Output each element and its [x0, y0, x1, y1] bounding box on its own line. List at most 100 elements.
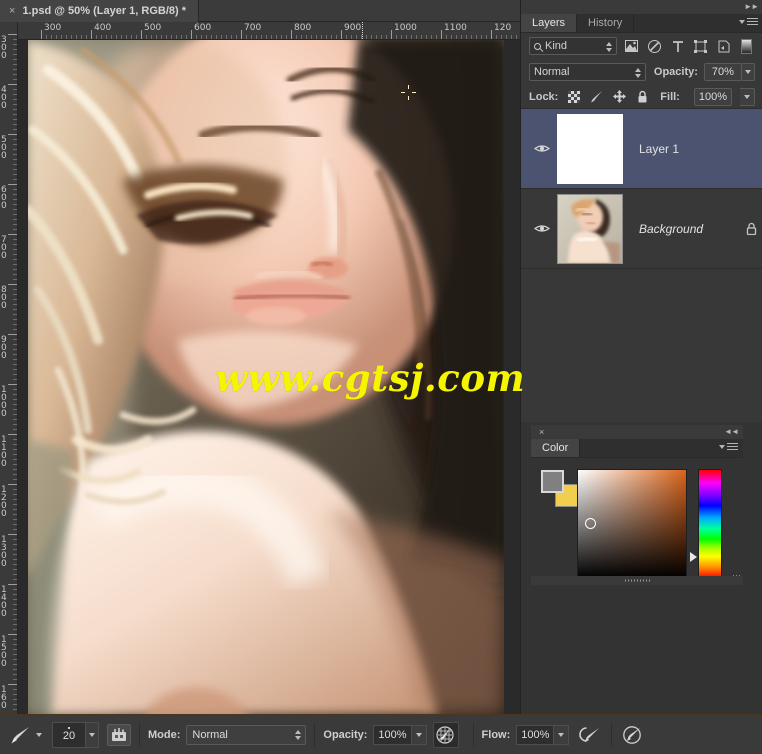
ruler-minor-tick	[13, 454, 17, 455]
ruler-minor-tick	[13, 494, 17, 495]
ruler-minor-tick	[356, 35, 357, 39]
ruler-minor-tick	[13, 589, 17, 590]
brush-opacity-input[interactable]: 100%	[373, 724, 412, 745]
layer-fill-input[interactable]: 100%	[693, 87, 732, 106]
tablet-pressure-size-icon[interactable]	[107, 723, 131, 746]
vertical-ruler[interactable]: 300 400 500 600 700 800 900 1000 1100 1200 1300 140…	[0, 22, 18, 714]
ruler-minor-tick	[13, 599, 17, 600]
layer-opacity-input[interactable]: 70%	[703, 63, 742, 81]
foreground-color-swatch[interactable]	[541, 470, 564, 493]
lock-transparency-icon[interactable]	[566, 89, 581, 104]
ruler-minor-tick	[13, 399, 17, 400]
hue-slider-handle[interactable]	[690, 552, 697, 562]
color-panel-footer[interactable]	[531, 576, 743, 585]
ruler-minor-tick	[13, 154, 17, 155]
brush-flow-input[interactable]: 100%	[516, 724, 555, 745]
document-tab[interactable]: × 1.psd @ 50% (Layer 1, RGB/8) *	[0, 0, 199, 22]
ruler-minor-tick	[13, 64, 17, 65]
color-saturation-value-field[interactable]	[577, 469, 687, 579]
ruler-minor-tick	[13, 109, 17, 110]
ruler-label: 700	[244, 23, 262, 33]
collapse-color-panel-icon[interactable]: ◄◄	[724, 428, 739, 436]
layers-panel: Layers History Kind Normal Opacity: 70% …	[521, 14, 762, 422]
ruler-minor-tick	[13, 314, 17, 315]
color-panel-title-bar[interactable]: × ◄◄	[531, 425, 743, 439]
airbrush-toggle-icon[interactable]	[432, 721, 459, 748]
ruler-minor-tick	[246, 35, 247, 39]
ruler-minor-tick	[13, 44, 17, 45]
layer-filter-kind-select[interactable]: Kind	[529, 37, 617, 55]
layer-list[interactable]: Layer 1 Background	[521, 109, 762, 422]
list-item[interactable]: Background	[623, 222, 739, 236]
ruler-minor-tick	[13, 414, 17, 415]
ruler-minor-tick	[76, 35, 77, 39]
pixel-layer-filter-icon[interactable]	[624, 38, 640, 55]
smart-object-filter-icon[interactable]	[716, 38, 732, 55]
color-picker-handle[interactable]	[585, 518, 596, 529]
hamburger-icon	[727, 443, 738, 450]
ruler-minor-tick	[106, 35, 107, 39]
ruler-minor-tick	[471, 35, 472, 39]
ruler-minor-tick	[13, 509, 17, 510]
tab-color[interactable]: Color	[531, 439, 581, 457]
color-panel-menu-button[interactable]	[719, 443, 738, 450]
dock-title-bar[interactable]: ►►	[521, 0, 762, 14]
close-icon[interactable]: ×	[9, 5, 15, 17]
ruler-minor-tick	[336, 35, 337, 39]
close-icon[interactable]: ×	[539, 427, 544, 437]
ruler-minor-tick	[436, 35, 437, 39]
ruler-minor-tick	[13, 379, 17, 380]
ruler-minor-tick	[13, 299, 17, 300]
adjustment-layer-filter-icon[interactable]	[647, 38, 663, 55]
layer-visibility-icon[interactable]	[529, 143, 555, 154]
blend-mode-select[interactable]: Normal	[529, 63, 646, 81]
ruler-minor-tick	[13, 349, 17, 350]
ruler-minor-tick	[476, 35, 477, 39]
brush-mode-select[interactable]: Normal	[186, 724, 307, 745]
brush-size-input[interactable]: 20	[52, 721, 86, 748]
symmetry-paint-icon[interactable]	[620, 722, 646, 748]
ruler-minor-tick	[371, 35, 372, 39]
lock-all-icon[interactable]	[635, 89, 650, 104]
brush-opacity-dropdown[interactable]	[411, 724, 427, 745]
collapse-panels-icon[interactable]: ►►	[744, 3, 759, 11]
table-row[interactable]: Layer 1	[521, 109, 762, 189]
lock-image-pixels-icon[interactable]	[589, 89, 604, 104]
layer-opacity-dropdown[interactable]	[741, 63, 755, 81]
layer-thumbnail[interactable]	[557, 113, 623, 184]
tab-history[interactable]: History	[577, 14, 635, 32]
brush-size-value: 20	[62, 730, 76, 742]
ruler-minor-tick	[13, 409, 17, 410]
ruler-minor-tick	[13, 499, 17, 500]
ruler-minor-tick	[13, 374, 17, 375]
ruler-minor-tick	[331, 35, 332, 39]
filter-toggle-icon[interactable]	[739, 38, 755, 55]
ruler-minor-tick	[511, 35, 512, 39]
tablet-pressure-opacity-icon[interactable]	[577, 722, 603, 748]
ruler-minor-tick	[13, 324, 17, 325]
ruler-minor-tick	[13, 239, 17, 240]
table-row[interactable]: Background	[521, 189, 762, 269]
ruler-minor-tick	[13, 569, 17, 570]
shape-layer-filter-icon[interactable]	[693, 38, 709, 55]
brush-size-stepper[interactable]	[86, 721, 99, 748]
brush-preset-dropdown-icon[interactable]	[36, 732, 42, 737]
ruler-minor-tick	[321, 35, 322, 39]
layer-visibility-icon[interactable]	[529, 223, 555, 234]
ruler-minor-tick	[13, 344, 17, 345]
horizontal-ruler[interactable]: 300 400 500 600 700 800 900 1000 1100 120	[0, 22, 520, 40]
ruler-minor-tick	[366, 35, 367, 39]
tab-layers[interactable]: Layers	[521, 14, 578, 32]
type-layer-filter-icon[interactable]	[670, 38, 686, 55]
brush-preset-icon[interactable]	[8, 723, 34, 747]
layers-panel-menu-button[interactable]	[739, 18, 758, 25]
layer-fill-dropdown[interactable]	[740, 87, 755, 106]
lock-position-icon[interactable]	[612, 89, 627, 104]
drag-grip-icon[interactable]	[624, 578, 650, 583]
hue-slider[interactable]	[698, 469, 722, 579]
brush-flow-dropdown[interactable]	[554, 724, 570, 745]
ruler-minor-tick	[13, 419, 17, 420]
ruler-minor-tick	[13, 649, 17, 650]
layer-thumbnail[interactable]	[557, 193, 623, 264]
list-item[interactable]: Layer 1	[623, 142, 739, 156]
